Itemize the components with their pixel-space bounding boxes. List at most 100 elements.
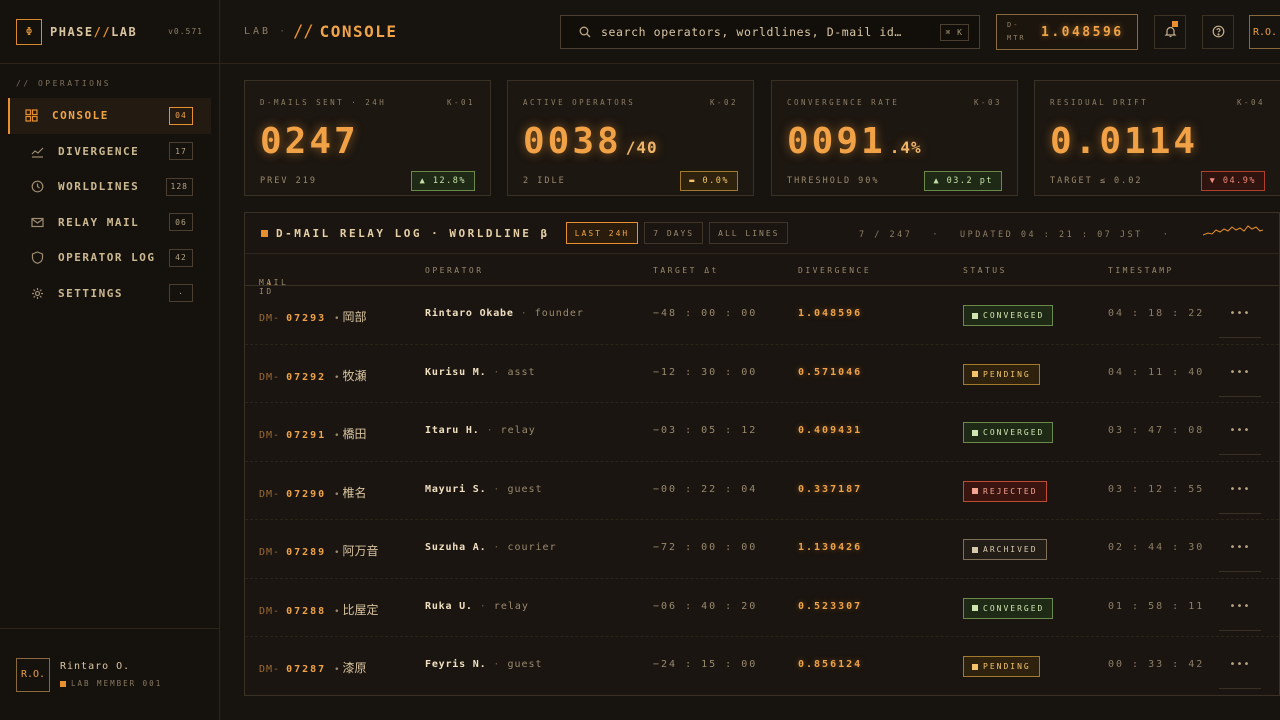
row-actions-button[interactable]: ••• <box>1219 367 1261 397</box>
operator-name: Ruka U. <box>425 600 473 612</box>
column-header-timestamp[interactable]: TIMESTAMP <box>1108 266 1174 275</box>
search-shortcut: ⌘ K <box>939 23 969 41</box>
sidebar-item-settings[interactable]: SETTINGS · <box>8 276 211 312</box>
target-delta-cell: −24 : 15 : 00 <box>653 659 758 670</box>
mail-id-prefix: DM- <box>259 664 281 675</box>
header-avatar[interactable]: R.O. <box>1249 15 1280 49</box>
operator-role: asst <box>486 367 535 378</box>
table-row[interactable]: DM- 07292 牧瀬 Kurisu M.asst −12 : 30 : 00 0… <box>245 345 1279 403</box>
panel-meta: 7 / 247 · UPDATED 04 : 21 : 07 JST · <box>859 230 1190 240</box>
status-badge: REJECTED <box>963 480 1047 502</box>
operator-kanji: 岡部 <box>334 310 366 324</box>
table-row[interactable]: DM- 07291 橋田 Itaru H.relay −03 : 05 : 12 0… <box>245 403 1279 462</box>
sidebar: Φ PHASE//LAB v0.571 // OPERATIONS CONSOL… <box>0 0 220 720</box>
kpi-value-suffix: .4% <box>889 138 922 157</box>
target-delta-cell: −12 : 30 : 00 <box>653 366 758 378</box>
mail-id-prefix: DM- <box>259 430 281 441</box>
column-header-operator[interactable]: OPERATOR <box>425 266 484 275</box>
operator-role: relay <box>480 425 536 436</box>
row-actions-button[interactable]: ••• <box>1219 659 1261 689</box>
filter-7-days[interactable]: 7 DAYS <box>644 222 704 244</box>
target-delta-cell: −03 : 05 : 12 <box>653 425 758 436</box>
divergence-cell: 0.856124 <box>798 659 863 670</box>
sidebar-item-count: 06 <box>169 213 193 232</box>
grid-icon <box>24 109 38 123</box>
chart-line-icon <box>30 144 44 158</box>
sidebar-item-label: SETTINGS <box>58 286 123 300</box>
search-icon <box>579 23 591 42</box>
mail-id-cell: DM- 07290 椎名 <box>259 484 367 501</box>
status-label: CONVERGED <box>983 603 1045 613</box>
column-header-divergence[interactable]: DIVERGENCE <box>798 266 871 275</box>
status-badge: PENDING <box>963 363 1040 385</box>
kpi-code: K-02 <box>709 98 738 107</box>
operator-name: Suzuha A. <box>425 542 487 553</box>
breadcrumb-lab[interactable]: LAB <box>244 26 271 37</box>
sidebar-item-console[interactable]: CONSOLE 04 <box>8 98 211 134</box>
operator-kanji: 比屋定 <box>334 603 378 617</box>
table-row[interactable]: DM-07290椎名 Mayuri S.guest −00 : 22 : 04 … <box>245 462 1279 520</box>
divergence-cell: 0.523307 <box>798 600 863 612</box>
kpi-value: 0038/40 <box>523 121 738 162</box>
more-dots-icon: ••• <box>1229 542 1251 553</box>
operator-role: founder <box>514 308 584 319</box>
kpi-card-operators[interactable]: ACTIVE OPERATORS K-02 0038/40 2 IDLE ▬ 0.0… <box>507 80 754 196</box>
kpi-card-convergence[interactable]: CONVERGENCE RATE K-03 0091.4% THRESHOLD 9… <box>771 80 1018 196</box>
column-header-status[interactable]: STATUS <box>963 266 1007 275</box>
status-badge: ARCHIVED <box>963 539 1047 560</box>
mail-id-cell: DM- 07293 岡部 <box>259 308 367 325</box>
meter-value: 1.048596 <box>1041 24 1124 40</box>
table-row[interactable]: DM-07287漆原 Feyris N.guest −24 : 15 : 00 … <box>245 637 1279 696</box>
status-dot-icon <box>972 663 978 670</box>
mail-id-prefix: DM- <box>259 371 281 383</box>
row-actions-button[interactable]: ••• <box>1219 308 1261 338</box>
sidebar-item-operator-log[interactable]: OPERATOR LOG 42 <box>8 240 211 276</box>
meter-label: D- MTR <box>1007 19 1035 45</box>
help-icon <box>1212 23 1225 42</box>
record-count: 7 / 247 <box>859 230 913 240</box>
brand-name-sep: // <box>93 24 112 39</box>
more-dots-icon: ••• <box>1229 308 1251 319</box>
user-card[interactable]: R.O. Rintaro O. LAB MEMBER 001 <box>0 628 219 720</box>
brand-name-b: LAB <box>111 24 138 39</box>
kpi-header: CONVERGENCE RATE K-03 <box>787 98 1002 107</box>
table-row[interactable]: DM- 07288 比屋定 Ruka U.relay −06 : 40 : 20 0… <box>245 579 1279 637</box>
table-row[interactable]: DM- 07289 阿万音 Suzuha A.courier −72 : 00 : … <box>245 520 1279 579</box>
kpi-delta-badge: ▲ 03.2 pt <box>924 171 1002 191</box>
sidebar-item-relay-mail[interactable]: RELAY MAIL 06 <box>8 205 211 241</box>
kpi-delta-badge: ▬ 0.0% <box>680 171 738 191</box>
target-delta-cell: −06 : 40 : 20 <box>653 600 758 612</box>
relay-log-panel: D-MAIL RELAY LOG · WORLDLINE β LAST 24H … <box>244 212 1280 696</box>
row-actions-button[interactable]: ••• <box>1219 601 1261 631</box>
operator-role: relay <box>473 601 529 612</box>
operator-cell: Mayuri S.guest <box>425 484 543 495</box>
target-delta-cell: −72 : 00 : 00 <box>653 542 758 553</box>
row-actions-button[interactable]: ••• <box>1219 542 1261 572</box>
search-input[interactable]: search operators, worldlines, D-mail id…… <box>560 15 980 49</box>
brand-logo-icon[interactable]: Φ <box>16 18 42 45</box>
more-dots-icon: ••• <box>1229 425 1251 436</box>
sidebar-item-divergence[interactable]: DIVERGENCE 17 <box>8 134 211 170</box>
help-button[interactable] <box>1202 15 1234 49</box>
table-row[interactable]: DM- 07293 岡部 Rintaro Okabefounder −48 : 00… <box>245 286 1279 345</box>
kpi-card-dmails[interactable]: D-MAILS SENT · 24H K-01 0247 PREV 219 ▲ 12… <box>244 80 491 196</box>
brand: Φ PHASE//LAB v0.571 <box>0 0 219 64</box>
mail-id-prefix: DM- <box>259 605 281 617</box>
kpi-card-drift[interactable]: RESIDUAL DRIFT K-04 0.0114 TARGET ≤ 0.02 ▼… <box>1034 80 1280 196</box>
notifications-button[interactable] <box>1154 15 1186 49</box>
row-actions-button[interactable]: ••• <box>1219 425 1261 455</box>
shield-icon <box>30 251 44 265</box>
divergence-cell: 0.571046 <box>798 366 863 378</box>
breadcrumb-separator: · <box>279 26 286 37</box>
row-actions-button[interactable]: ••• <box>1219 484 1261 514</box>
panel-header: D-MAIL RELAY LOG · WORLDLINE β LAST 24H … <box>245 213 1279 254</box>
sidebar-item-label: WORLDLINES <box>58 180 140 194</box>
sidebar-item-worldlines[interactable]: WORLDLINES 128 <box>8 169 211 205</box>
sparkline-icon <box>1203 225 1263 236</box>
kpi-code: K-01 <box>446 98 475 107</box>
filter-all-lines[interactable]: ALL LINES <box>709 222 789 244</box>
sidebar-item-count: 17 <box>169 142 193 161</box>
sidebar-item-count: 04 <box>169 106 193 125</box>
column-header-target[interactable]: TARGET Δt <box>653 266 719 275</box>
filter-last-24h[interactable]: LAST 24H <box>565 222 639 244</box>
